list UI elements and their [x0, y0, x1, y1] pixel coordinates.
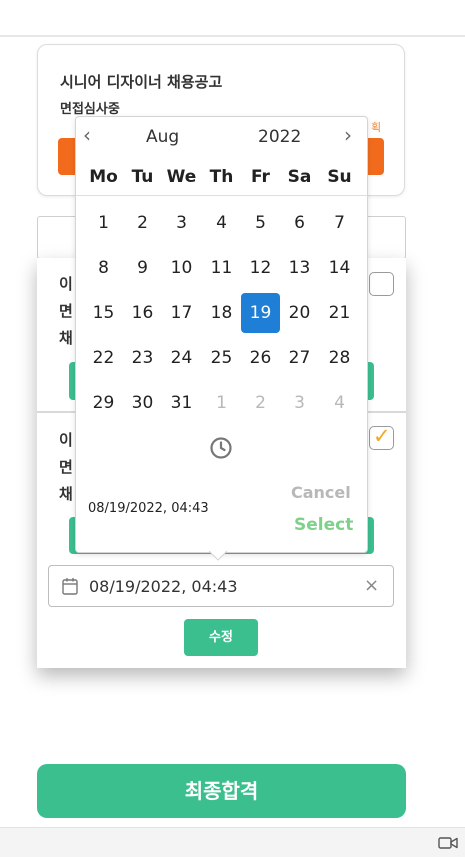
calendar-day[interactable]: 27 — [280, 338, 319, 378]
calendar-day[interactable]: 17 — [162, 293, 201, 333]
calendar-day[interactable]: 18 — [202, 293, 241, 333]
weekday-divider — [76, 195, 367, 196]
weekday-label: Tu — [131, 167, 154, 187]
calendar-day[interactable]: 5 — [241, 203, 280, 243]
datetime-picker: ‹ Aug 2022 › Mo Tu We Th Fr Sa Su 1 2 3 … — [75, 116, 368, 553]
calendar-day[interactable]: 21 — [320, 293, 359, 333]
candidate-line: 면 — [59, 458, 73, 476]
next-month-icon[interactable]: › — [344, 123, 352, 147]
weekday-label: Fr — [251, 167, 270, 187]
calendar-day[interactable]: 9 — [123, 248, 162, 288]
job-status: 면접심사중 — [60, 102, 120, 117]
candidate-checkbox[interactable] — [369, 272, 394, 296]
candidate-checkbox-checked[interactable]: ✓ — [369, 424, 394, 450]
candidate-line: 채 — [59, 329, 73, 347]
orange-label: 획 — [371, 121, 382, 134]
checkmark-icon: ✓ — [373, 424, 391, 448]
bottom-bar — [0, 827, 465, 857]
calendar-day[interactable]: 3 — [162, 203, 201, 243]
calendar-day[interactable]: 13 — [280, 248, 319, 288]
calendar-day[interactable]: 29 — [84, 383, 123, 423]
calendar-day[interactable]: 11 — [202, 248, 241, 288]
calendar-day[interactable]: 1 — [84, 203, 123, 243]
calendar-day-next-month[interactable]: 1 — [202, 383, 241, 423]
weekday-label: Mo — [89, 167, 118, 187]
datetime-input[interactable]: 08/19/2022, 04:43 × — [48, 565, 394, 607]
final-pass-button[interactable]: 최종합격 — [37, 764, 406, 818]
calendar-day[interactable]: 4 — [202, 203, 241, 243]
candidate-line: 이 — [59, 275, 73, 293]
clock-icon[interactable] — [209, 436, 233, 460]
calendar-day[interactable]: 2 — [123, 203, 162, 243]
calendar-day[interactable]: 22 — [84, 338, 123, 378]
job-title: 시니어 디자이너 채용공고 — [60, 73, 223, 91]
candidate-line: 면 — [59, 302, 73, 320]
video-camera-icon[interactable] — [438, 836, 458, 850]
calendar-day[interactable]: 26 — [241, 338, 280, 378]
calendar-day[interactable]: 23 — [123, 338, 162, 378]
calendar-day[interactable]: 8 — [84, 248, 123, 288]
calendar-day[interactable]: 16 — [123, 293, 162, 333]
picker-current-value: 08/19/2022, 04:43 — [88, 501, 209, 516]
calendar-day[interactable]: 30 — [123, 383, 162, 423]
calendar-day[interactable]: 28 — [320, 338, 359, 378]
calendar-day[interactable]: 10 — [162, 248, 201, 288]
weekday-label: Sa — [287, 167, 312, 187]
calendar-icon — [62, 578, 78, 595]
weekday-label: Th — [209, 167, 234, 187]
calendar-day[interactable]: 12 — [241, 248, 280, 288]
calendar-day[interactable]: 14 — [320, 248, 359, 288]
datetime-value: 08/19/2022, 04:43 — [89, 577, 238, 596]
calendar-day[interactable]: 25 — [202, 338, 241, 378]
month-label[interactable]: Aug — [146, 127, 179, 147]
calendar-day-next-month[interactable]: 3 — [280, 383, 319, 423]
candidate-line: 이 — [59, 431, 73, 449]
calendar-day[interactable]: 24 — [162, 338, 201, 378]
year-label[interactable]: 2022 — [258, 127, 301, 147]
calendar-day[interactable]: 31 — [162, 383, 201, 423]
top-divider — [0, 35, 465, 37]
weekday-label: We — [166, 167, 197, 187]
prev-month-icon[interactable]: ‹ — [83, 123, 91, 147]
calendar-day-next-month[interactable]: 2 — [241, 383, 280, 423]
cancel-button[interactable]: Cancel — [291, 483, 351, 502]
modify-button[interactable]: 수정 — [184, 619, 258, 656]
calendar-day-next-month[interactable]: 4 — [320, 383, 359, 423]
weekday-label: Su — [327, 167, 352, 187]
candidate-line: 채 — [59, 485, 73, 503]
calendar-day[interactable]: 15 — [84, 293, 123, 333]
calendar-day[interactable]: 20 — [280, 293, 319, 333]
select-button[interactable]: Select — [294, 515, 353, 535]
clear-icon[interactable]: × — [364, 575, 379, 596]
calendar-day[interactable]: 6 — [280, 203, 319, 243]
calendar-day-selected[interactable]: 19 — [241, 293, 280, 333]
picker-pointer — [209, 551, 227, 561]
calendar-day[interactable]: 7 — [320, 203, 359, 243]
